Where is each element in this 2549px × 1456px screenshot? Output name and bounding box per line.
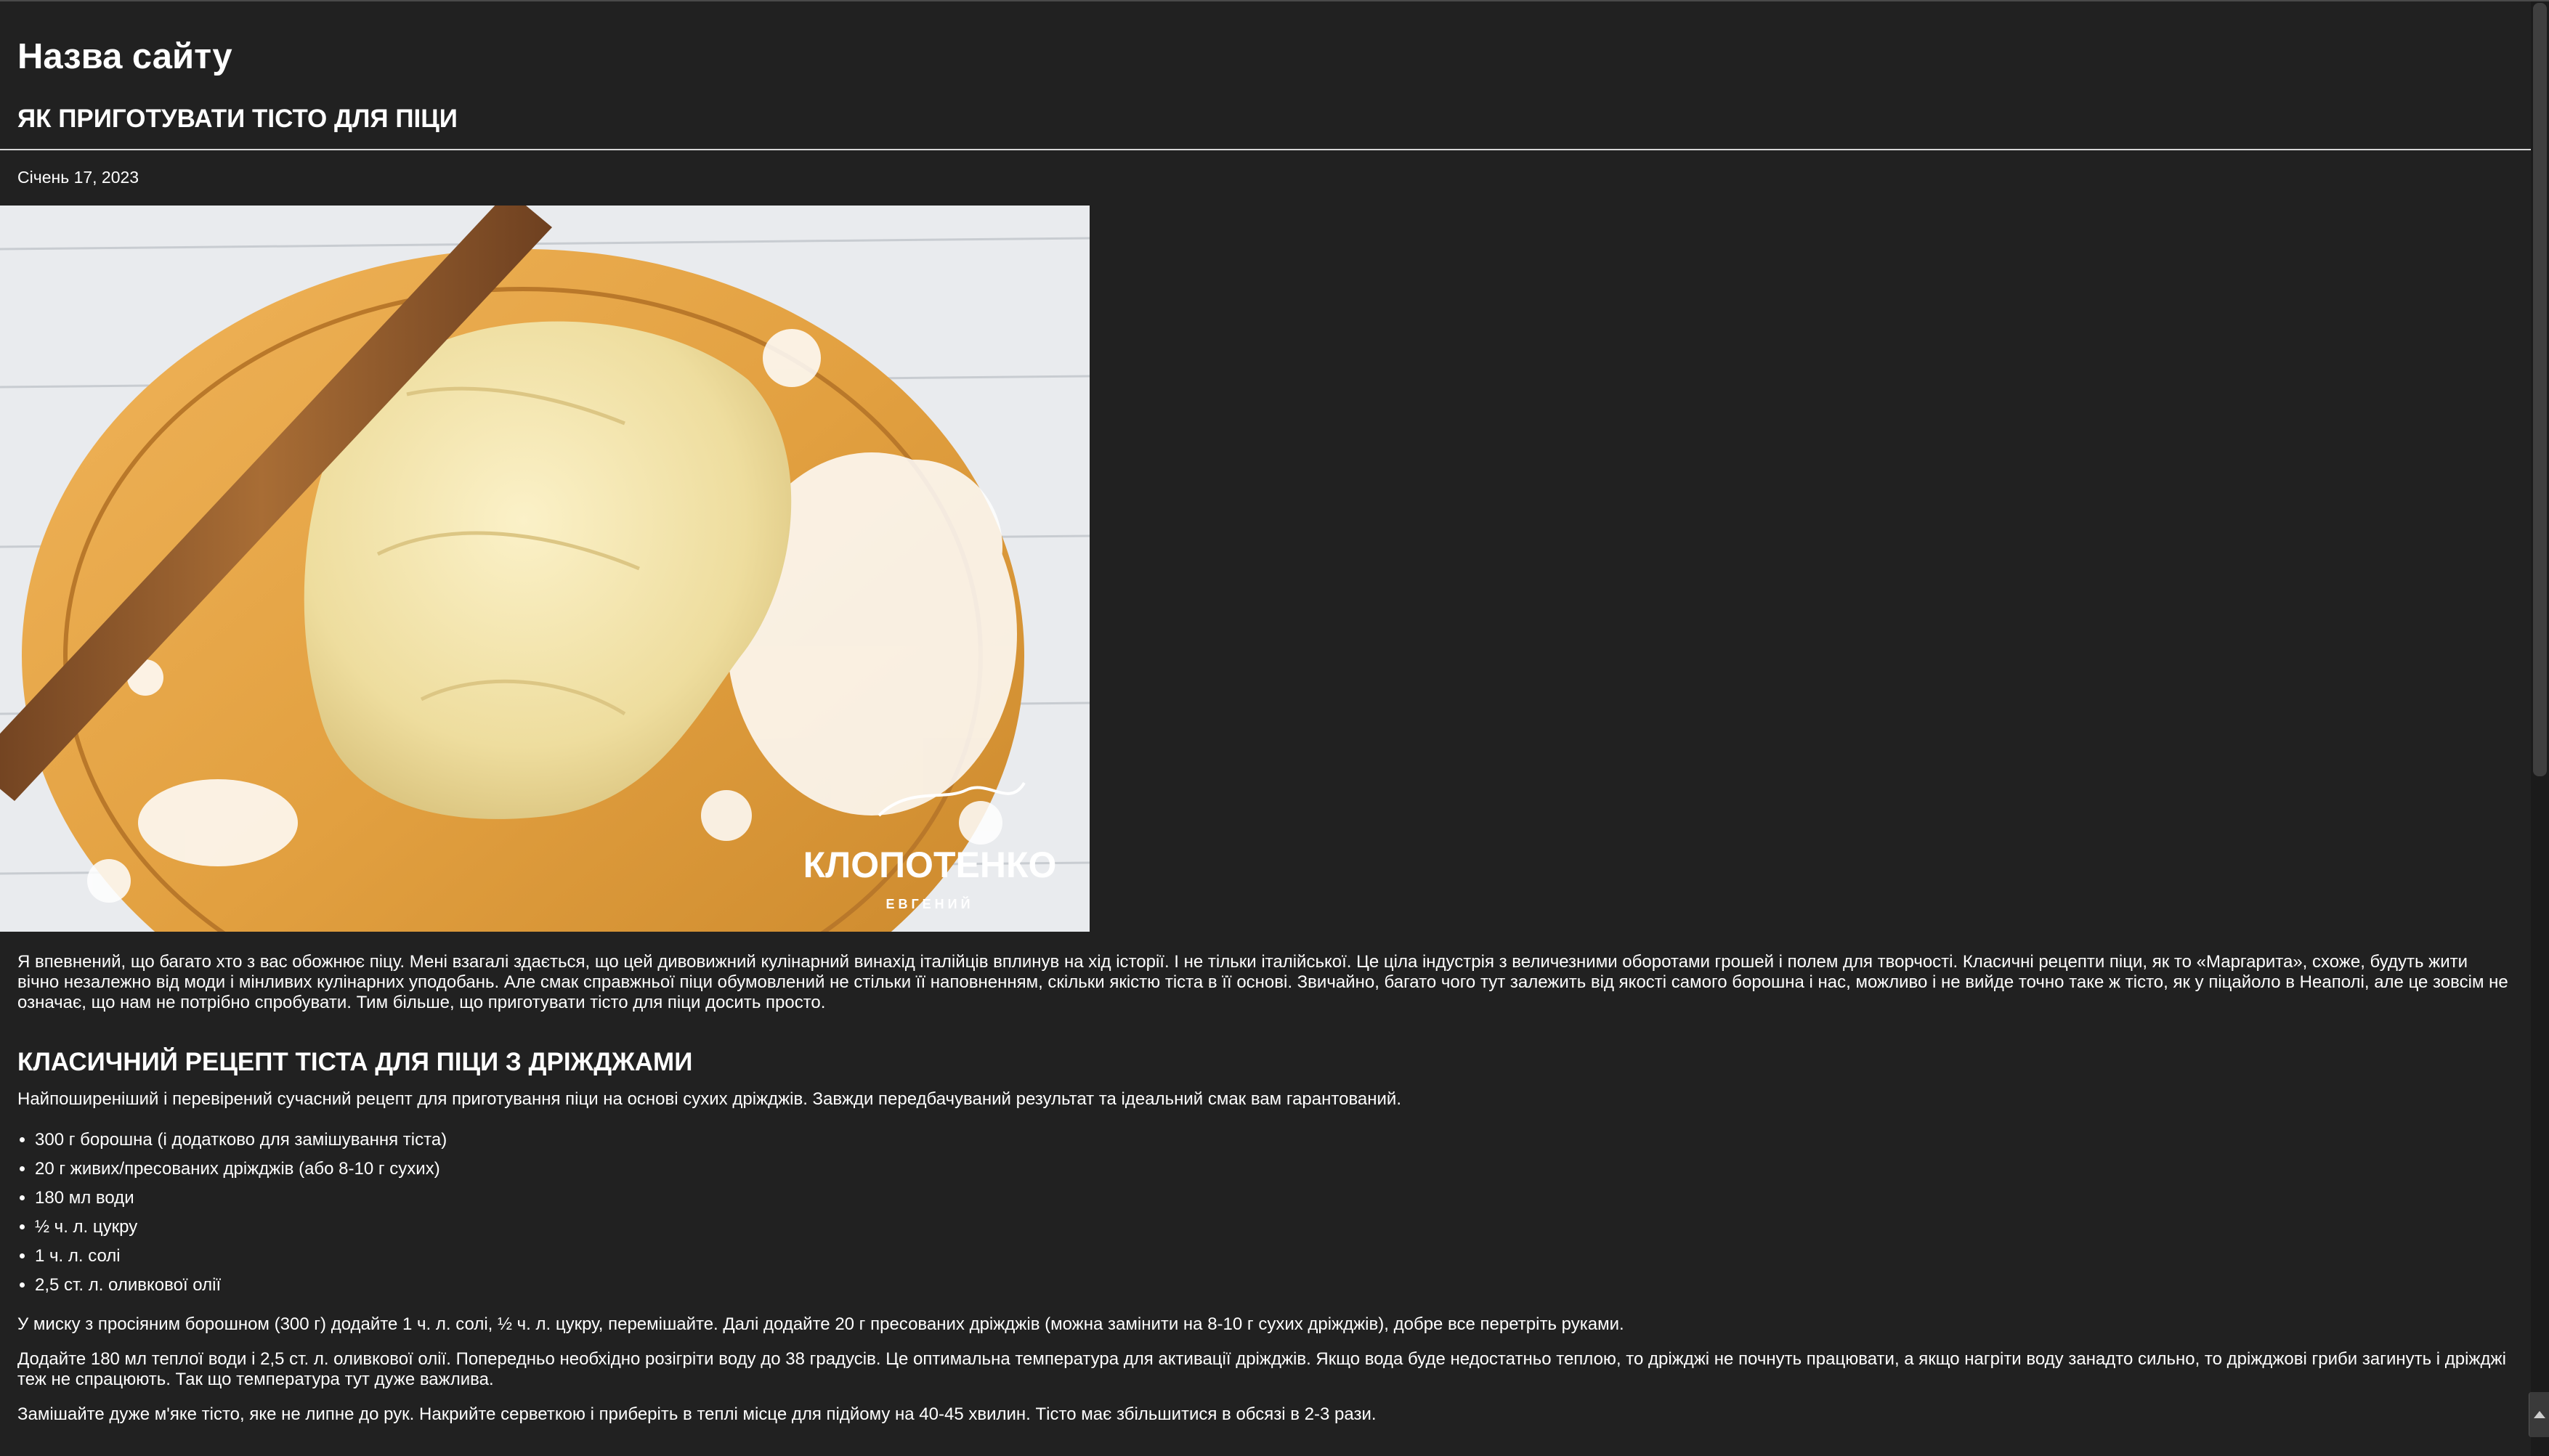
post-date: Січень 17, 2023 xyxy=(17,168,139,187)
post-title: ЯК ПРИГОТУВАТИ ТІСТО ДЛЯ ПІЦИ xyxy=(17,105,458,133)
chevron-up-icon xyxy=(2534,1411,2545,1418)
intro-paragraph: Я впевнений, що багато хто з вас обожнює… xyxy=(17,952,2508,1012)
step-paragraph: Замішайте дуже м'яке тісто, яке не липне… xyxy=(17,1404,1377,1424)
vertical-scrollbar[interactable] xyxy=(2531,1,2549,1456)
list-item: 2,5 ст. л. оливкової олії xyxy=(35,1271,2531,1300)
ingredients-list: 300 г борошна (і додатково для замішуван… xyxy=(0,1126,2531,1300)
list-item: 1 ч. л. солі xyxy=(35,1242,2531,1271)
image-logo-text: КЛОПОТЕНКО xyxy=(803,845,1057,885)
scroll-to-top-button[interactable] xyxy=(2529,1392,2549,1437)
scrollbar-thumb[interactable] xyxy=(2533,3,2547,776)
list-item: ½ ч. л. цукру xyxy=(35,1213,2531,1242)
page: Назва сайту ЯК ПРИГОТУВАТИ ТІСТО ДЛЯ ПІЦ… xyxy=(0,0,2549,1456)
section-lead: Найпоширеніший і перевірений сучасний ре… xyxy=(17,1089,1401,1109)
step-paragraph: У миску з просіяним борошном (300 г) дод… xyxy=(17,1314,1624,1334)
site-title[interactable]: Назва сайту xyxy=(0,1,2531,79)
post-image: КЛОПОТЕНКО ЕВГЕНИЙ xyxy=(0,206,1090,932)
list-item: 300 г борошна (і додатково для замішуван… xyxy=(35,1126,2531,1155)
list-item: 180 мл води xyxy=(35,1184,2531,1213)
image-logo-subtext: ЕВГЕНИЙ xyxy=(886,896,973,911)
article-container: Назва сайту ЯК ПРИГОТУВАТИ ТІСТО ДЛЯ ПІЦ… xyxy=(0,1,2531,1425)
section-title: КЛАСИЧНИЙ РЕЦЕПТ ТІСТА ДЛЯ ПІЦИ З ДРІЖДЖ… xyxy=(17,1048,693,1076)
step-paragraph: Додайте 180 мл теплої води і 2,5 ст. л. … xyxy=(17,1349,2506,1389)
list-item: 20 г живих/пресованих дріжджів (або 8-10… xyxy=(35,1155,2531,1184)
